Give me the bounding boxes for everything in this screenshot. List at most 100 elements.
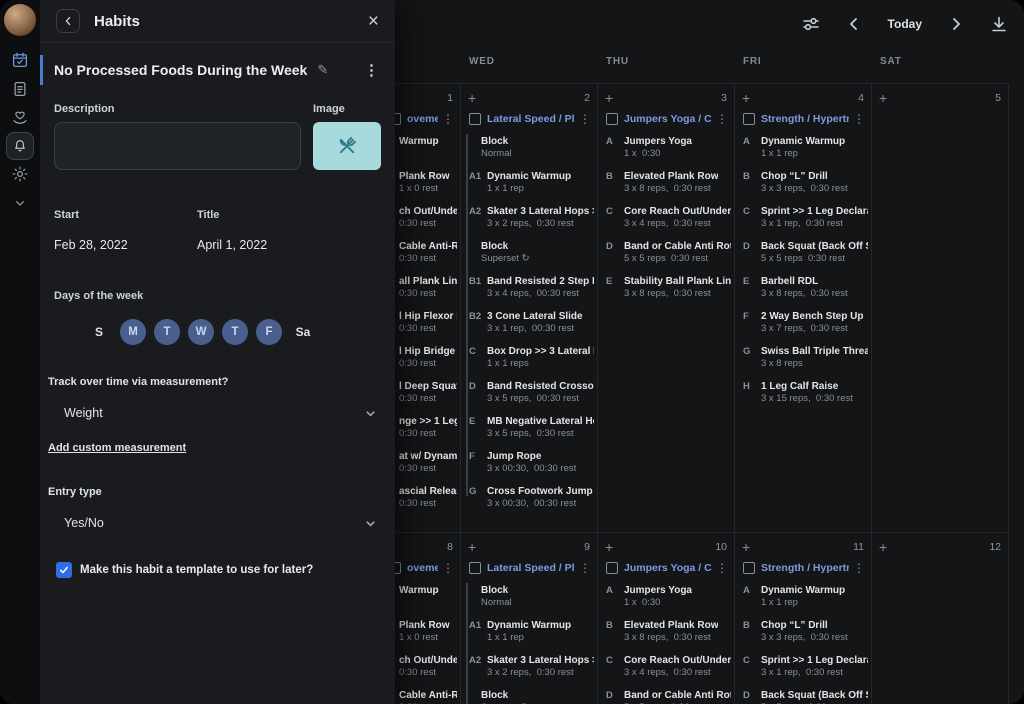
calendar-toolbar: Today bbox=[802, 0, 1008, 48]
workout-checkbox[interactable] bbox=[743, 113, 755, 125]
sidebar-item-health[interactable] bbox=[0, 103, 40, 132]
filter-sliders-icon[interactable] bbox=[802, 15, 820, 33]
exercise-name: Core Reach Out/Under bbox=[624, 654, 731, 667]
day-tuesday[interactable]: T bbox=[150, 318, 184, 346]
workout-title[interactable]: Jumpers Yoga / Core bbox=[624, 113, 712, 125]
workout-menu-icon[interactable]: ⋮ bbox=[438, 561, 454, 575]
exercise-sets: 3 x 3 reps, 0:30 rest bbox=[761, 183, 848, 195]
exercise-label: G bbox=[743, 345, 761, 370]
workout-checkbox[interactable] bbox=[743, 562, 755, 574]
exercise-list: ADynamic Warmup1 x 1 repBChop “L” Drill3… bbox=[735, 126, 871, 405]
workout-menu-icon[interactable]: ⋮ bbox=[438, 112, 454, 126]
add-workout-button[interactable]: + bbox=[468, 91, 476, 105]
exercise-body: Stability Ball Plank Linear ...3 x 8 rep… bbox=[624, 275, 731, 300]
template-checkbox-row[interactable]: Make this habit a template to use for la… bbox=[40, 562, 395, 578]
exercise-sets: 3 x 1 rep, 00:30 rest bbox=[487, 323, 583, 335]
exercise-body: Jumpers Yoga1 x 0:30 bbox=[624, 584, 692, 609]
day-monday[interactable]: M bbox=[116, 318, 150, 346]
day-sunday[interactable]: S bbox=[82, 318, 116, 346]
add-workout-button[interactable]: + bbox=[742, 91, 750, 105]
add-workout-button[interactable]: + bbox=[605, 540, 613, 554]
exercise-item: DBack Squat (Back Off Set)5 x 5 reps 0:3… bbox=[735, 240, 868, 265]
exercise-sets: 0:30 rest bbox=[399, 393, 457, 405]
avatar[interactable] bbox=[4, 4, 36, 36]
end-date-value[interactable]: April 1, 2022 bbox=[197, 238, 340, 252]
exercise-body: Jumpers Yoga1 x 0:30 bbox=[624, 135, 692, 160]
exercise-sets: 3 x 1 rep, 0:30 rest bbox=[761, 218, 868, 230]
sidebar-item-calendar[interactable] bbox=[0, 46, 40, 75]
workout-checkbox[interactable] bbox=[469, 113, 481, 125]
workout-menu-icon[interactable]: ⋮ bbox=[575, 112, 591, 126]
exercise-label: A bbox=[743, 135, 761, 160]
exercise-sets: 3 x 8 reps, 0:30 rest bbox=[624, 183, 718, 195]
workout-title[interactable]: Strength / Hypertro... bbox=[761, 562, 849, 574]
exercise-label: A2 bbox=[469, 654, 487, 679]
cell-header: +4 bbox=[735, 84, 871, 107]
sidebar-item-settings[interactable] bbox=[0, 160, 40, 189]
exercise-sets: 3 x 00:30, 00:30 rest bbox=[487, 498, 594, 510]
description-input[interactable] bbox=[54, 122, 301, 170]
exercise-body: Back Squat (Back Off Set)5 x 5 reps 0:30… bbox=[761, 689, 868, 704]
download-icon[interactable] bbox=[990, 15, 1008, 33]
workout-title[interactable]: ovement Q... bbox=[407, 562, 438, 574]
day-thursday[interactable]: T bbox=[218, 318, 252, 346]
exercise-label: B bbox=[743, 619, 761, 644]
workout-menu-icon[interactable]: ⋮ bbox=[849, 112, 865, 126]
sidebar-expand[interactable] bbox=[0, 189, 40, 218]
day-saturday[interactable]: Sa bbox=[286, 318, 320, 346]
exercise-list: BlockNormalA1Dynamic Warmup1 x 1 repA2Sk… bbox=[461, 575, 597, 704]
sidebar-item-habits[interactable] bbox=[0, 132, 40, 161]
add-workout-button[interactable]: + bbox=[605, 91, 613, 105]
workout-title[interactable]: Lateral Speed / Plyo bbox=[487, 562, 575, 574]
cell-header: +2 bbox=[461, 84, 597, 107]
exercise-item: CCore Reach Out/Under3 x 4 reps, 0:30 re… bbox=[598, 205, 731, 230]
exercise-label: G bbox=[469, 485, 487, 510]
day-friday[interactable]: F bbox=[252, 318, 286, 346]
template-checkbox[interactable] bbox=[56, 562, 72, 578]
entry-type-select[interactable]: Yes/No bbox=[40, 516, 395, 530]
close-icon[interactable]: × bbox=[368, 12, 379, 31]
workout-menu-icon[interactable]: ⋮ bbox=[712, 561, 728, 575]
exercise-label: D bbox=[743, 240, 761, 265]
back-button[interactable] bbox=[56, 9, 80, 33]
prev-week-icon[interactable] bbox=[846, 16, 862, 32]
edit-icon[interactable]: ✎ bbox=[317, 62, 328, 78]
exercise-list: AJumpers Yoga1 x 0:30BElevated Plank Row… bbox=[598, 575, 734, 704]
next-week-icon[interactable] bbox=[948, 16, 964, 32]
today-button[interactable]: Today bbox=[888, 17, 922, 31]
exercise-name: 1 Leg Calf Raise bbox=[761, 380, 853, 393]
exercise-body: Band Resisted 2 Step Late...3 x 4 reps, … bbox=[487, 275, 594, 300]
exercise-body: Elevated Plank Row3 x 8 reps, 0:30 rest bbox=[624, 170, 718, 195]
exercise-body: Cable Anti-Rotati...0:30 rest bbox=[399, 689, 457, 704]
add-workout-button[interactable]: + bbox=[468, 540, 476, 554]
exercise-item: CSprint >> 1 Leg Declarations3 x 1 rep, … bbox=[735, 205, 868, 230]
workout-menu-icon[interactable]: ⋮ bbox=[575, 561, 591, 575]
add-workout-button[interactable]: + bbox=[879, 540, 887, 554]
workout-menu-icon[interactable]: ⋮ bbox=[712, 112, 728, 126]
add-custom-measurement-link[interactable]: Add custom measurement bbox=[40, 442, 395, 454]
workout-title[interactable]: Lateral Speed / Plyo bbox=[487, 113, 575, 125]
exercise-body: Cable Anti-Rotati...0:30 rest bbox=[399, 240, 457, 265]
workout-menu-icon[interactable]: ⋮ bbox=[849, 561, 865, 575]
day-wednesday[interactable]: W bbox=[184, 318, 218, 346]
workout-title[interactable]: Strength / Hypertro... bbox=[761, 113, 849, 125]
habit-menu-icon[interactable]: ⋮ bbox=[364, 61, 379, 79]
workout-title[interactable]: ovement Q... bbox=[407, 113, 438, 125]
workout-checkbox[interactable] bbox=[606, 562, 618, 574]
measurement-select[interactable]: Weight bbox=[40, 406, 395, 420]
start-date-value[interactable]: Feb 28, 2022 bbox=[54, 238, 197, 252]
workout-checkbox[interactable] bbox=[606, 113, 618, 125]
exercise-sets: 1 x 0 rest bbox=[399, 183, 450, 195]
sidebar-item-documents[interactable] bbox=[0, 75, 40, 104]
description-field: Description bbox=[54, 103, 301, 175]
add-workout-button[interactable]: + bbox=[742, 540, 750, 554]
exercise-body: all Plank Linear ...0:30 rest bbox=[399, 275, 457, 300]
add-workout-button[interactable]: + bbox=[879, 91, 887, 105]
workout-checkbox[interactable] bbox=[469, 562, 481, 574]
workout-title[interactable]: Jumpers Yoga / Core bbox=[624, 562, 712, 574]
exercise-name: Elevated Plank Row bbox=[624, 170, 718, 183]
habit-image[interactable] bbox=[313, 122, 381, 170]
calendar-cell: +2Lateral Speed / Plyo⋮BlockNormalA1Dyna… bbox=[461, 83, 598, 533]
calendar-cell: +4Strength / Hypertro...⋮ADynamic Warmup… bbox=[735, 83, 872, 533]
exercise-body: Skater 3 Lateral Hops >> ...3 x 2 reps, … bbox=[487, 205, 594, 230]
